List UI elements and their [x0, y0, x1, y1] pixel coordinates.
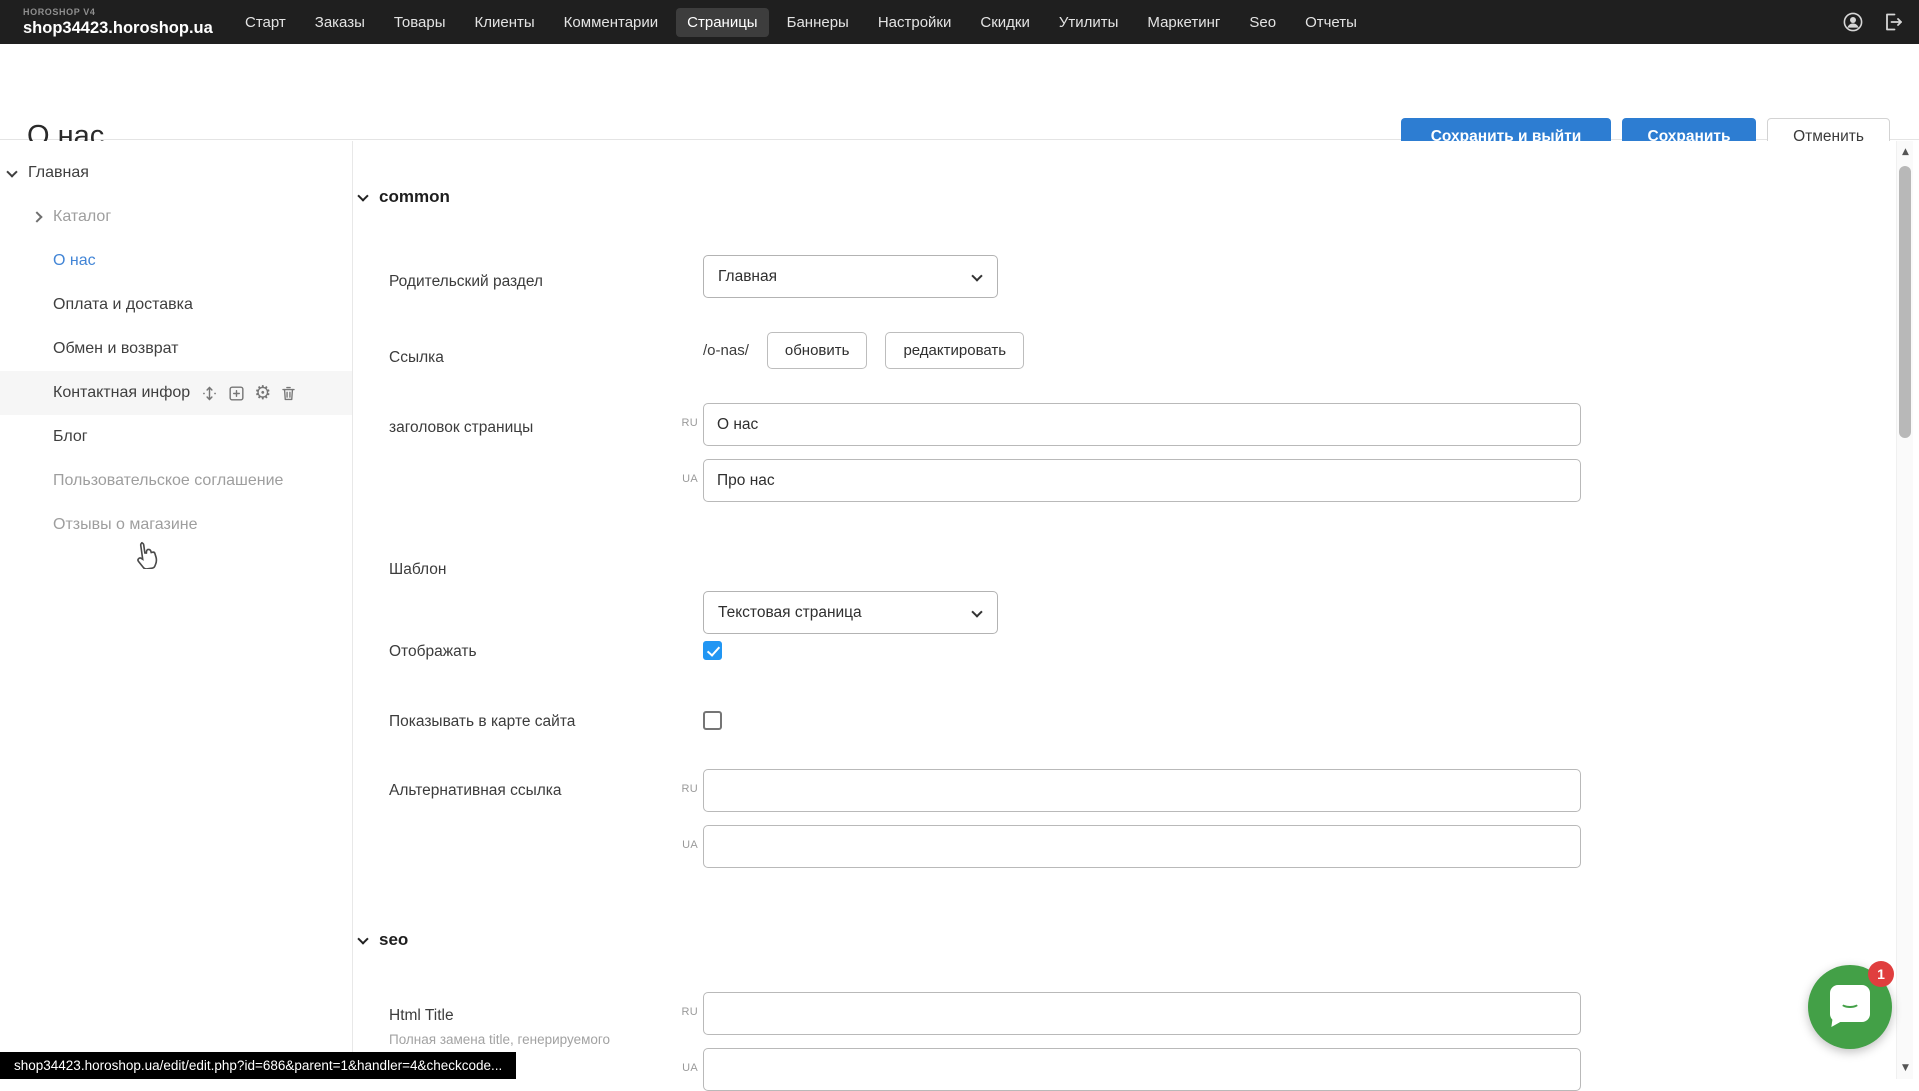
sidebar-item-label: О нас [53, 252, 96, 270]
sidebar-item-o-nas[interactable]: О нас [0, 239, 352, 283]
sidebar-item-glavnaya[interactable]: Главная [0, 151, 352, 195]
sidebar-item-oplata[interactable]: Оплата и доставка [0, 283, 352, 327]
link-url-statusbar: shop34423.horoshop.ua/edit/edit.php?id=6… [0, 1052, 516, 1079]
move-icon[interactable] [200, 384, 219, 403]
tree-row-actions: ⚙ [200, 384, 298, 403]
alt-link-ru-input[interactable] [703, 769, 1581, 812]
sidebar-item-soglashenie[interactable]: Пользовательское соглашение [0, 459, 352, 503]
sidebar-item-label: Контактная инфор [53, 384, 190, 402]
parent-section-value: Главная [718, 268, 777, 286]
page-header: О нас Сохранить и выйти Сохранить Отмени… [0, 44, 1919, 140]
chat-widget-button[interactable]: 1 [1808, 965, 1892, 1049]
plus-square-icon[interactable] [227, 384, 246, 403]
logo[interactable]: HOROSHOP V4 shop34423.horoshop.ua [23, 8, 208, 37]
chat-bubble-icon [1830, 985, 1870, 1022]
nav-item-pages[interactable]: Страницы [676, 8, 768, 37]
display-checkbox[interactable] [703, 641, 722, 660]
sidebar-item-label: Каталог [53, 208, 111, 226]
chevron-down-icon [357, 190, 368, 201]
nav-item-marketing[interactable]: Маркетинг [1136, 8, 1231, 37]
scrollbar-thumb[interactable] [1899, 166, 1911, 438]
nav-item-clients[interactable]: Клиенты [464, 8, 546, 37]
logo-version: HOROSHOP V4 [23, 8, 208, 17]
nav-item-reports[interactable]: Отчеты [1294, 8, 1368, 37]
nav-item-settings[interactable]: Настройки [867, 8, 963, 37]
sidebar-item-label: Главная [28, 164, 89, 182]
top-navbar: HOROSHOP V4 shop34423.horoshop.ua Старт … [0, 0, 1919, 44]
nav-item-banners[interactable]: Баннеры [776, 8, 860, 37]
sidebar-item-blog[interactable]: Блог [0, 415, 352, 459]
sidebar-item-katalog[interactable]: Каталог [0, 195, 352, 239]
user-icon[interactable] [1841, 10, 1865, 34]
nav-item-comments[interactable]: Комментарии [553, 8, 669, 37]
page-title-ua-input[interactable] [703, 459, 1581, 502]
lang-badge-ru: RU [672, 417, 698, 429]
link-controls: /o-nas/ обновить редактировать [703, 332, 1024, 369]
section-common[interactable]: common [359, 187, 450, 207]
parent-section-label: Родительский раздел [389, 273, 543, 291]
nav-item-start[interactable]: Старт [234, 8, 297, 37]
chevron-down-icon [357, 933, 368, 944]
html-title-ru-input[interactable] [703, 992, 1581, 1035]
trash-icon[interactable] [279, 384, 298, 403]
nav-item-seo[interactable]: Seo [1238, 8, 1287, 37]
nav-item-products[interactable]: Товары [383, 8, 457, 37]
page-title-label: заголовок страницы [389, 419, 533, 437]
link-edit-button[interactable]: редактировать [885, 332, 1024, 369]
alt-link-label: Альтернативная ссылка [389, 782, 562, 800]
link-label: Ссылка [389, 349, 444, 367]
nav-item-discounts[interactable]: Скидки [969, 8, 1040, 37]
section-title: seo [379, 930, 408, 950]
chevron-down-icon [971, 270, 982, 281]
template-value: Текстовая страница [718, 604, 862, 622]
gear-icon[interactable]: ⚙ [254, 384, 271, 403]
nav-item-utilities[interactable]: Утилиты [1048, 8, 1130, 37]
sidebar-item-kontaktnaya[interactable]: Контактная инфор ⚙ [0, 371, 352, 415]
chat-unread-badge: 1 [1868, 961, 1894, 987]
scroll-up-icon[interactable]: ▲ [1897, 147, 1914, 157]
template-select[interactable]: Текстовая страница [703, 591, 998, 634]
lang-badge-ua: UA [672, 1062, 698, 1074]
parent-section-select[interactable]: Главная [703, 255, 998, 298]
page-title-ru-input[interactable] [703, 403, 1581, 446]
sidebar-item-label: Отзывы о магазине [53, 516, 198, 534]
sidebar-item-label: Пользовательское соглашение [53, 472, 283, 490]
chevron-right-icon[interactable] [31, 211, 42, 222]
template-label: Шаблон [389, 561, 446, 579]
sidebar-item-otzyvy[interactable]: Отзывы о магазине [0, 503, 352, 547]
page-edit-form: common Родительский раздел Главная Ссылк… [354, 141, 1893, 1079]
sidebar-item-label: Оплата и доставка [53, 296, 193, 314]
alt-link-ua-input[interactable] [703, 825, 1581, 868]
sidebar-item-label: Обмен и возврат [53, 340, 178, 358]
html-title-hint: Полная замена title, генерируемого [389, 1032, 610, 1047]
html-title-label: Html Title [389, 1007, 454, 1025]
navbar-right [1841, 0, 1905, 44]
vertical-scrollbar[interactable]: ▲ ▼ [1896, 141, 1913, 1079]
link-slug: /o-nas/ [703, 342, 749, 359]
display-label: Отображать [389, 643, 477, 661]
chat-smile-icon [1840, 997, 1860, 1008]
main-menu: Старт Заказы Товары Клиенты Комментарии … [234, 8, 1368, 37]
logout-icon[interactable] [1881, 10, 1905, 34]
chevron-down-icon[interactable] [6, 166, 17, 177]
lang-badge-ru: RU [672, 1006, 698, 1018]
lang-badge-ua: UA [672, 839, 698, 851]
logo-domain: shop34423.horoshop.ua [23, 20, 208, 37]
pages-tree-sidebar: Главная Каталог О нас Оплата и доставка … [0, 141, 353, 1079]
lang-badge-ru: RU [672, 783, 698, 795]
section-title: common [379, 187, 450, 207]
nav-item-orders[interactable]: Заказы [304, 8, 376, 37]
html-title-ua-input[interactable] [703, 1048, 1581, 1091]
link-refresh-button[interactable]: обновить [767, 332, 868, 369]
sitemap-checkbox[interactable] [703, 711, 722, 730]
sitemap-label: Показывать в карте сайта [389, 713, 575, 731]
chevron-down-icon [971, 606, 982, 617]
sidebar-item-label: Блог [53, 428, 88, 446]
section-seo[interactable]: seo [359, 930, 408, 950]
scroll-down-icon[interactable]: ▼ [1897, 1063, 1914, 1073]
sidebar-item-obmen[interactable]: Обмен и возврат [0, 327, 352, 371]
lang-badge-ua: UA [672, 473, 698, 485]
